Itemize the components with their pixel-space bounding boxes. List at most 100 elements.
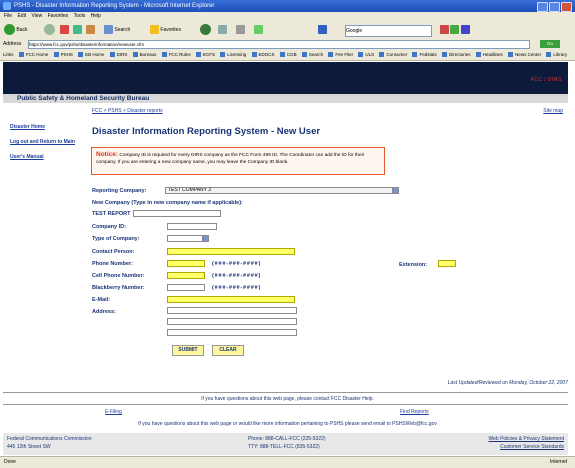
bureau-title: Public Safety & Homeland Security Bureau xyxy=(3,94,568,103)
google-icon xyxy=(318,25,327,35)
divider xyxy=(3,404,568,405)
forward-button[interactable] xyxy=(44,24,55,36)
link-item[interactable]: News Center xyxy=(508,49,541,60)
clear-button[interactable]: CLEAR xyxy=(212,345,244,356)
type-of-company-select[interactable] xyxy=(167,235,203,242)
find-reports-link[interactable]: Find Reports xyxy=(400,409,429,415)
print-button[interactable] xyxy=(236,24,245,36)
breadcrumb[interactable]: FCC > PSHS > Disaster reports xyxy=(92,108,163,114)
extension-input[interactable] xyxy=(438,260,456,267)
efiling-link[interactable]: E-Filing xyxy=(105,409,122,415)
google-toolbar-icon[interactable] xyxy=(318,24,327,36)
menu-view[interactable]: View xyxy=(31,13,42,19)
link-item[interactable]: ECFS xyxy=(196,49,215,60)
links-bar: Links FCC Home PSHS EB Home DIRS Bureaus… xyxy=(0,49,575,61)
close-icon[interactable] xyxy=(561,2,572,12)
link-item[interactable]: Licensing xyxy=(220,49,246,60)
title-bar: PSHS - Disaster Information Reporting Sy… xyxy=(0,0,575,12)
toolbar-tool-icon xyxy=(440,25,449,35)
footer-tty: TTY: 888-TELL-FCC (835-5322) xyxy=(248,444,320,450)
link-item[interactable]: Headlines xyxy=(476,49,503,60)
link-item[interactable]: EB Home xyxy=(78,49,104,60)
privacy-link[interactable]: Web Policies & Privacy Statement xyxy=(489,436,565,442)
contact-person-input[interactable] xyxy=(167,248,295,255)
go-button[interactable]: Go xyxy=(540,40,560,48)
maximize-icon[interactable] xyxy=(549,2,560,12)
reporting-company-label: Reporting Company: xyxy=(92,188,147,194)
sidebar: Disaster Home Log out and Return to Main… xyxy=(10,124,78,169)
blackberry-input[interactable] xyxy=(167,284,205,291)
menu-favorites[interactable]: Favorites xyxy=(48,13,69,19)
favorites-button[interactable]: Favorites xyxy=(150,24,181,36)
reporting-company-dropdown-icon[interactable] xyxy=(393,187,399,194)
footer-address: 445 12th Street SW xyxy=(7,444,51,450)
mail-button[interactable] xyxy=(218,24,227,36)
link-item[interactable]: Fee Filer xyxy=(328,49,353,60)
search-icon xyxy=(104,25,113,35)
links-label: Links xyxy=(3,52,14,57)
link-item[interactable]: Bureaus xyxy=(133,49,157,60)
refresh-icon xyxy=(73,25,82,35)
cell-phone-label: Cell Phone Number: xyxy=(92,273,145,279)
company-id-input[interactable] xyxy=(167,223,217,230)
last-updated: Last Updated/Reviewed on Monday, October… xyxy=(447,380,568,386)
cell-phone-input[interactable] xyxy=(167,272,205,279)
minimize-icon[interactable] xyxy=(537,2,548,12)
new-company-label: New Company (Type in new company name if… xyxy=(92,200,243,206)
cell-format-hint: (###-###-####) xyxy=(212,273,262,279)
edit-button[interactable] xyxy=(254,24,263,36)
home-button[interactable] xyxy=(86,24,95,36)
media-button[interactable] xyxy=(200,24,211,36)
edit-icon xyxy=(254,25,263,35)
ie-logo-icon xyxy=(3,2,11,10)
sidebar-item-disaster-home[interactable]: Disaster Home xyxy=(10,124,78,131)
window-title: PSHS - Disaster Information Reporting Sy… xyxy=(14,3,215,9)
status-bar: Done Internet xyxy=(0,456,575,468)
extension-label: Extension: xyxy=(399,262,428,268)
link-item[interactable]: CGB xyxy=(280,49,297,60)
link-item[interactable]: DIRS xyxy=(110,49,128,60)
menu-file[interactable]: File xyxy=(4,13,12,19)
site-map-link[interactable]: Site map xyxy=(543,108,563,114)
stop-button[interactable] xyxy=(60,24,69,36)
sidebar-item-logout[interactable]: Log out and Return to Main xyxy=(10,139,78,146)
link-item[interactable]: Consumer xyxy=(379,49,407,60)
banner-tagline: FCC / DIRS xyxy=(530,77,562,83)
google-search-input[interactable]: Google xyxy=(345,25,432,37)
menu-edit[interactable]: Edit xyxy=(17,13,26,19)
type-of-company-dropdown-icon[interactable] xyxy=(203,235,209,242)
link-item[interactable]: FCC Rules xyxy=(162,49,191,60)
customer-service-link[interactable]: Customer Service Standards xyxy=(500,444,564,450)
media-icon xyxy=(200,24,211,36)
toolbar-tool-icon xyxy=(450,25,460,35)
address-line-3-input[interactable] xyxy=(167,329,297,336)
menu-help[interactable]: Help xyxy=(91,13,101,19)
address-line-1-input[interactable] xyxy=(167,307,297,314)
new-company-input[interactable] xyxy=(133,210,221,217)
address-line-2-input[interactable] xyxy=(167,318,297,325)
home-icon xyxy=(86,25,95,35)
back-button[interactable]: Back xyxy=(4,24,28,36)
link-item[interactable]: Library xyxy=(546,49,567,60)
link-item[interactable]: FCC Home xyxy=(19,49,49,60)
feedback-line: If you have questions about this web pag… xyxy=(138,421,437,427)
email-input[interactable] xyxy=(167,296,295,303)
star-icon xyxy=(150,25,159,35)
link-item[interactable]: PSHS xyxy=(54,49,73,60)
sidebar-item-users-manual[interactable]: User's Manual xyxy=(10,154,78,161)
address-input[interactable]: https://www.fcc.gov/pshs/disasterinforma… xyxy=(28,40,530,49)
link-item[interactable]: Fedstats xyxy=(412,49,436,60)
footer-org: Federal Communications Commission xyxy=(7,436,92,442)
link-item[interactable]: EDOCS xyxy=(252,49,275,60)
link-item[interactable]: Search xyxy=(302,49,323,60)
phone-number-input[interactable] xyxy=(167,260,205,267)
refresh-button[interactable] xyxy=(73,24,82,36)
submit-button[interactable]: SUBMIT xyxy=(172,345,204,356)
menu-tools[interactable]: Tools xyxy=(74,13,86,19)
link-item[interactable]: Directories xyxy=(442,49,471,60)
page-footer: Federal Communications Commission 445 12… xyxy=(3,433,568,455)
reporting-company-select[interactable]: TEST COMPANY 3 xyxy=(165,187,393,194)
toolbar-tools[interactable] xyxy=(440,24,470,36)
search-button[interactable]: Search xyxy=(104,24,130,36)
link-item[interactable]: ULS xyxy=(358,49,374,60)
